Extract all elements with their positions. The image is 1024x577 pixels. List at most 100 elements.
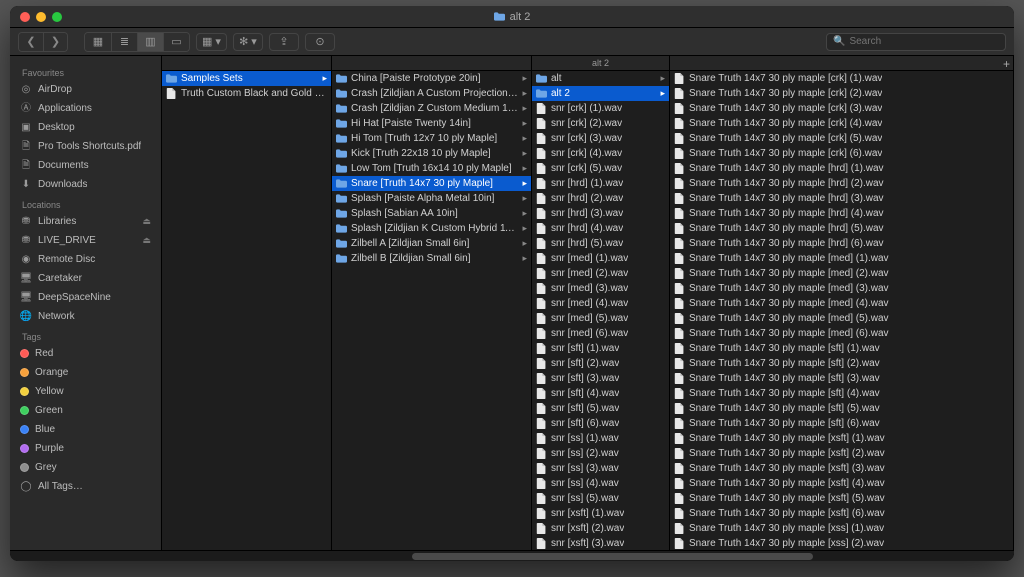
- sidebar-item[interactable]: Red: [10, 344, 161, 363]
- add-column-button[interactable]: +: [1003, 57, 1010, 71]
- search-field[interactable]: 🔍: [826, 33, 1006, 51]
- share-button[interactable]: ⇪: [269, 33, 299, 51]
- file-row[interactable]: snr [sft] (2).wav: [532, 356, 669, 371]
- file-row[interactable]: Snare Truth 14x7 30 ply maple [crk] (5).…: [670, 131, 1013, 146]
- sidebar-item[interactable]: ◉Remote Disc: [10, 250, 161, 269]
- file-row[interactable]: Snare Truth 14x7 30 ply maple [hrd] (3).…: [670, 191, 1013, 206]
- file-row[interactable]: Snare Truth 14x7 30 ply maple [sft] (5).…: [670, 401, 1013, 416]
- file-row[interactable]: Splash [Zildjian K Custom Hybrid 11in]▸: [332, 221, 531, 236]
- file-row[interactable]: Snare Truth 14x7 30 ply maple [med] (5).…: [670, 311, 1013, 326]
- file-row[interactable]: Snare Truth 14x7 30 ply maple [crk] (6).…: [670, 146, 1013, 161]
- sidebar-item[interactable]: Orange: [10, 363, 161, 382]
- sidebar-item[interactable]: Yellow: [10, 382, 161, 401]
- file-row[interactable]: snr [xsft] (1).wav: [532, 506, 669, 521]
- list-view-button[interactable]: ≣: [111, 33, 137, 51]
- file-row[interactable]: Snare Truth 14x7 30 ply maple [sft] (4).…: [670, 386, 1013, 401]
- file-row[interactable]: Snare Truth 14x7 30 ply maple [hrd] (6).…: [670, 236, 1013, 251]
- file-row[interactable]: snr [ss] (2).wav: [532, 446, 669, 461]
- search-input[interactable]: [849, 36, 999, 47]
- file-row[interactable]: Snare Truth 14x7 30 ply maple [med] (1).…: [670, 251, 1013, 266]
- action-button[interactable]: ✻▾: [233, 33, 263, 51]
- sidebar-item[interactable]: Blue: [10, 420, 161, 439]
- file-row[interactable]: Snare Truth 14x7 30 ply maple [med] (6).…: [670, 326, 1013, 341]
- eject-icon[interactable]: ⏏: [142, 233, 151, 248]
- file-row[interactable]: snr [sft] (5).wav: [532, 401, 669, 416]
- file-row[interactable]: Snare Truth 14x7 30 ply maple [hrd] (4).…: [670, 206, 1013, 221]
- icon-view-button[interactable]: ▦: [85, 33, 111, 51]
- sidebar-item[interactable]: Green: [10, 401, 161, 420]
- file-row[interactable]: Snare Truth 14x7 30 ply maple [sft] (2).…: [670, 356, 1013, 371]
- file-row[interactable]: snr [xsft] (3).wav: [532, 536, 669, 550]
- file-row[interactable]: Splash [Sabian AA 10in]▸: [332, 206, 531, 221]
- file-row[interactable]: Snare Truth 14x7 30 ply maple [xsft] (3)…: [670, 461, 1013, 476]
- file-row[interactable]: alt▸: [532, 71, 669, 86]
- tags-button[interactable]: ⊙: [305, 33, 335, 51]
- file-row[interactable]: Snare Truth 14x7 30 ply maple [xsft] (4)…: [670, 476, 1013, 491]
- file-row[interactable]: Snare Truth 14x7 30 ply maple [hrd] (5).…: [670, 221, 1013, 236]
- file-row[interactable]: Low Tom [Truth 16x14 10 ply Maple]▸: [332, 161, 531, 176]
- file-row[interactable]: snr [ss] (4).wav: [532, 476, 669, 491]
- file-row[interactable]: Snare Truth 14x7 30 ply maple [sft] (6).…: [670, 416, 1013, 431]
- file-row[interactable]: Snare Truth 14x7 30 ply maple [xsft] (6)…: [670, 506, 1013, 521]
- arrange-button[interactable]: ▦▾: [196, 33, 227, 51]
- file-row[interactable]: Snare Truth 14x7 30 ply maple [crk] (2).…: [670, 86, 1013, 101]
- file-row[interactable]: snr [xsft] (2).wav: [532, 521, 669, 536]
- file-row[interactable]: Snare Truth 14x7 30 ply maple [crk] (1).…: [670, 71, 1013, 86]
- file-row[interactable]: Hi Tom [Truth 12x7 10 ply Maple]▸: [332, 131, 531, 146]
- sidebar-item[interactable]: 🖥DeepSpaceNine: [10, 288, 161, 307]
- file-row[interactable]: snr [crk] (1).wav: [532, 101, 669, 116]
- file-row[interactable]: Hi Hat [Paiste Twenty 14in]▸: [332, 116, 531, 131]
- file-row[interactable]: Snare Truth 14x7 30 ply maple [hrd] (1).…: [670, 161, 1013, 176]
- sidebar-item[interactable]: Purple: [10, 439, 161, 458]
- file-row[interactable]: snr [sft] (6).wav: [532, 416, 669, 431]
- file-row[interactable]: Crash [Zildjian A Custom Projection 19in…: [332, 86, 531, 101]
- file-row[interactable]: snr [crk] (5).wav: [532, 161, 669, 176]
- file-row[interactable]: Snare Truth 14x7 30 ply maple [xsft] (2)…: [670, 446, 1013, 461]
- sidebar-item[interactable]: 🖥Caretaker: [10, 269, 161, 288]
- file-row[interactable]: Snare Truth 14x7 30 ply maple [xss] (2).…: [670, 536, 1013, 550]
- file-row[interactable]: Kick [Truth 22x18 10 ply Maple]▸: [332, 146, 531, 161]
- file-row[interactable]: China [Paiste Prototype 20in]▸: [332, 71, 531, 86]
- file-row[interactable]: snr [sft] (4).wav: [532, 386, 669, 401]
- file-row[interactable]: Snare Truth 14x7 30 ply maple [med] (4).…: [670, 296, 1013, 311]
- file-row[interactable]: snr [ss] (5).wav: [532, 491, 669, 506]
- sidebar-item[interactable]: 🌐Network: [10, 307, 161, 326]
- fullscreen-button[interactable]: [52, 12, 62, 22]
- eject-icon[interactable]: ⏏: [142, 214, 151, 229]
- sidebar-item[interactable]: ◎AirDrop: [10, 80, 161, 99]
- file-row[interactable]: snr [med] (6).wav: [532, 326, 669, 341]
- file-row[interactable]: Samples Sets▸: [162, 71, 331, 86]
- file-row[interactable]: snr [med] (3).wav: [532, 281, 669, 296]
- sidebar-item[interactable]: ⛃LIVE_DRIVE⏏: [10, 231, 161, 250]
- sidebar-item[interactable]: ◯All Tags…: [10, 477, 161, 496]
- file-row[interactable]: Truth Custom Black and Gold [info].txt: [162, 86, 331, 101]
- forward-button[interactable]: ❯: [43, 33, 67, 51]
- file-row[interactable]: snr [ss] (3).wav: [532, 461, 669, 476]
- file-row[interactable]: Snare Truth 14x7 30 ply maple [xsft] (5)…: [670, 491, 1013, 506]
- file-row[interactable]: Snare Truth 14x7 30 ply maple [med] (2).…: [670, 266, 1013, 281]
- file-row[interactable]: snr [hrd] (3).wav: [532, 206, 669, 221]
- file-row[interactable]: snr [med] (1).wav: [532, 251, 669, 266]
- file-row[interactable]: snr [sft] (3).wav: [532, 371, 669, 386]
- back-button[interactable]: ❮: [19, 33, 43, 51]
- file-row[interactable]: snr [crk] (2).wav: [532, 116, 669, 131]
- file-row[interactable]: snr [crk] (3).wav: [532, 131, 669, 146]
- file-row[interactable]: snr [hrd] (4).wav: [532, 221, 669, 236]
- file-row[interactable]: Snare Truth 14x7 30 ply maple [crk] (4).…: [670, 116, 1013, 131]
- file-row[interactable]: snr [hrd] (2).wav: [532, 191, 669, 206]
- file-row[interactable]: Snare Truth 14x7 30 ply maple [sft] (1).…: [670, 341, 1013, 356]
- horizontal-scrollbar[interactable]: [10, 550, 1014, 561]
- gallery-view-button[interactable]: ▭: [163, 33, 189, 51]
- sidebar-item[interactable]: ⬇Downloads: [10, 175, 161, 194]
- file-row[interactable]: Snare Truth 14x7 30 ply maple [hrd] (2).…: [670, 176, 1013, 191]
- sidebar-item[interactable]: ⒶApplications: [10, 99, 161, 118]
- sidebar-item[interactable]: 🗎Pro Tools Shortcuts.pdf: [10, 137, 161, 156]
- file-row[interactable]: Snare Truth 14x7 30 ply maple [crk] (3).…: [670, 101, 1013, 116]
- file-row[interactable]: Snare Truth 14x7 30 ply maple [xss] (1).…: [670, 521, 1013, 536]
- file-row[interactable]: Zilbell B [Zildjian Small 6in]▸: [332, 251, 531, 266]
- file-row[interactable]: snr [hrd] (1).wav: [532, 176, 669, 191]
- file-row[interactable]: alt 2▸: [532, 86, 669, 101]
- close-button[interactable]: [20, 12, 30, 22]
- minimize-button[interactable]: [36, 12, 46, 22]
- file-row[interactable]: snr [med] (2).wav: [532, 266, 669, 281]
